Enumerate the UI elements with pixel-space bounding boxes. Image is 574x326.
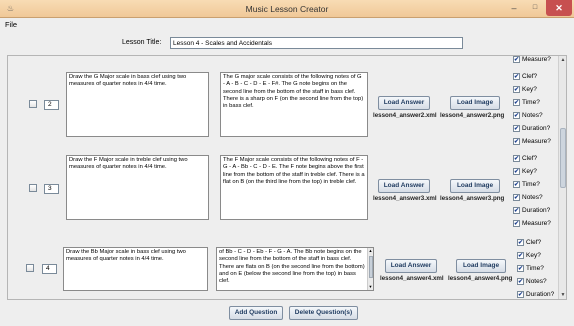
answer-file-label: lesson4_answer4.xml	[380, 275, 444, 282]
image-file-label: lesson4_answer3.png	[440, 195, 505, 202]
checkbox[interactable]: ✔	[517, 265, 524, 272]
checkbox[interactable]: ✔	[513, 99, 520, 106]
questions-scroll-panel: ✔ Measure? 2 Draw the G Major scale in ba…	[7, 55, 567, 300]
lesson-title-input[interactable]: Lesson 4 - Scales and Accidentals	[170, 37, 463, 49]
load-image-button[interactable]: Load Image	[450, 179, 500, 193]
checkbox[interactable]: ✔	[513, 168, 520, 175]
load-answer-button[interactable]: Load Answer	[378, 96, 430, 110]
measure-check[interactable]: ✔ Measure?	[513, 219, 551, 228]
checkbox[interactable]: ✔	[513, 220, 520, 227]
scroll-thumb[interactable]	[369, 256, 373, 278]
menu-file[interactable]: File	[5, 20, 17, 29]
checkbox[interactable]: ✔	[513, 207, 520, 214]
lesson-title-row: Lesson Title: Lesson 4 - Scales and Acci…	[0, 31, 574, 53]
clef-check[interactable]: ✔ Clef?	[517, 238, 541, 247]
key-check[interactable]: ✔ Key?	[513, 85, 537, 94]
checkbox[interactable]: ✔	[517, 291, 524, 298]
answer-text-area[interactable]: The G major scale consists of the follow…	[220, 72, 368, 137]
load-image-button[interactable]: Load Image	[456, 259, 506, 273]
answer-scrollbar[interactable]: ▲ ▼	[367, 248, 373, 290]
window-title: Music Lesson Creator	[245, 4, 329, 14]
notes-check[interactable]: ✔ Notes?	[513, 193, 543, 202]
checkbox[interactable]: ✔	[517, 278, 524, 285]
time-check[interactable]: ✔ Time?	[513, 180, 540, 189]
minimize-button[interactable]: –	[504, 0, 524, 16]
duration-check[interactable]: ✔ Duration?	[513, 124, 550, 133]
measure-check[interactable]: ✔ Measure?	[513, 137, 551, 146]
duration-check[interactable]: ✔ Duration?	[513, 206, 550, 215]
scroll-down-arrow-icon[interactable]: ▼	[368, 284, 373, 290]
lesson-title-label: Lesson Title:	[122, 39, 162, 46]
time-check[interactable]: ✔ Time?	[513, 98, 540, 107]
checkbox[interactable]: ✔	[517, 252, 524, 259]
checkbox[interactable]: ✔	[517, 239, 524, 246]
select-question-checkbox[interactable]	[29, 184, 37, 192]
clef-check[interactable]: ✔ Clef?	[513, 72, 537, 81]
scroll-up-arrow-icon[interactable]: ▲	[559, 56, 566, 64]
load-image-button[interactable]: Load Image	[450, 96, 500, 110]
checkbox[interactable]: ✔	[513, 86, 520, 93]
question-row-2: 2 Draw the G Major scale in bass clef us…	[8, 70, 560, 146]
checkbox[interactable]: ✔	[513, 155, 520, 162]
menu-bar: File	[0, 18, 574, 31]
select-question-checkbox[interactable]	[29, 100, 37, 108]
measure-check[interactable]: ✔ Measure?	[513, 56, 551, 64]
question-text-area[interactable]: Draw the Bb Major scale in bass clef usi…	[63, 247, 208, 291]
image-file-label: lesson4_answer2.png	[440, 112, 505, 119]
question-row-3: 3 Draw the F Major scale in treble clef …	[8, 150, 560, 227]
key-check[interactable]: ✔ Key?	[513, 167, 537, 176]
title-bar: ♨ Music Lesson Creator – □ ✕	[0, 0, 574, 18]
notes-check[interactable]: ✔ Notes?	[517, 277, 547, 286]
scroll-down-arrow-icon[interactable]: ▼	[559, 291, 566, 299]
bottom-button-bar: Add Question Delete Question(s)	[0, 302, 574, 326]
answer-text: of Bb - C - D - Eb - F - G - A. The Bb n…	[219, 249, 365, 285]
scroll-up-arrow-icon[interactable]: ▲	[368, 248, 373, 254]
answer-file-label: lesson4_answer2.xml	[373, 112, 437, 119]
add-question-button[interactable]: Add Question	[229, 306, 283, 320]
checkbox[interactable]: ✔	[513, 125, 520, 132]
load-answer-button[interactable]: Load Answer	[378, 179, 430, 193]
question-number-field[interactable]: 2	[44, 100, 59, 110]
delete-questions-button[interactable]: Delete Question(s)	[289, 306, 358, 320]
answer-file-label: lesson4_answer3.xml	[373, 195, 437, 202]
checkbox[interactable]: ✔	[513, 56, 520, 63]
image-file-label: lesson4_answer4.png	[448, 275, 513, 282]
duration-check[interactable]: ✔ Duration?	[517, 290, 554, 299]
key-check[interactable]: ✔ Key?	[517, 251, 541, 260]
load-answer-button[interactable]: Load Answer	[385, 259, 437, 273]
answer-text-area[interactable]: of Bb - C - D - Eb - F - G - A. The Bb n…	[216, 247, 374, 291]
maximize-button[interactable]: □	[525, 0, 545, 16]
checkbox[interactable]: ✔	[513, 112, 520, 119]
checkbox[interactable]: ✔	[513, 138, 520, 145]
clef-check[interactable]: ✔ Clef?	[513, 154, 537, 163]
notes-check[interactable]: ✔ Notes?	[513, 111, 543, 120]
select-question-checkbox[interactable]	[26, 264, 34, 272]
question-number-field[interactable]: 4	[42, 264, 57, 274]
scroll-thumb[interactable]	[560, 128, 566, 188]
question-row-4: 4 Draw the Bb Major scale in bass clef u…	[8, 230, 560, 299]
time-check[interactable]: ✔ Time?	[517, 264, 544, 273]
main-vertical-scrollbar[interactable]: ▲ ▼	[558, 56, 566, 299]
question-number-field[interactable]: 3	[44, 184, 59, 194]
question-text-area[interactable]: Draw the G Major scale in bass clef usin…	[66, 72, 209, 137]
close-button[interactable]: ✕	[546, 0, 572, 16]
checkbox[interactable]: ✔	[513, 73, 520, 80]
answer-text-area[interactable]: The F Major scale consists of the follow…	[220, 155, 368, 220]
checkbox[interactable]: ✔	[513, 194, 520, 201]
question-text-area[interactable]: Draw the F Major scale in treble clef us…	[66, 155, 209, 220]
checkbox[interactable]: ✔	[513, 181, 520, 188]
